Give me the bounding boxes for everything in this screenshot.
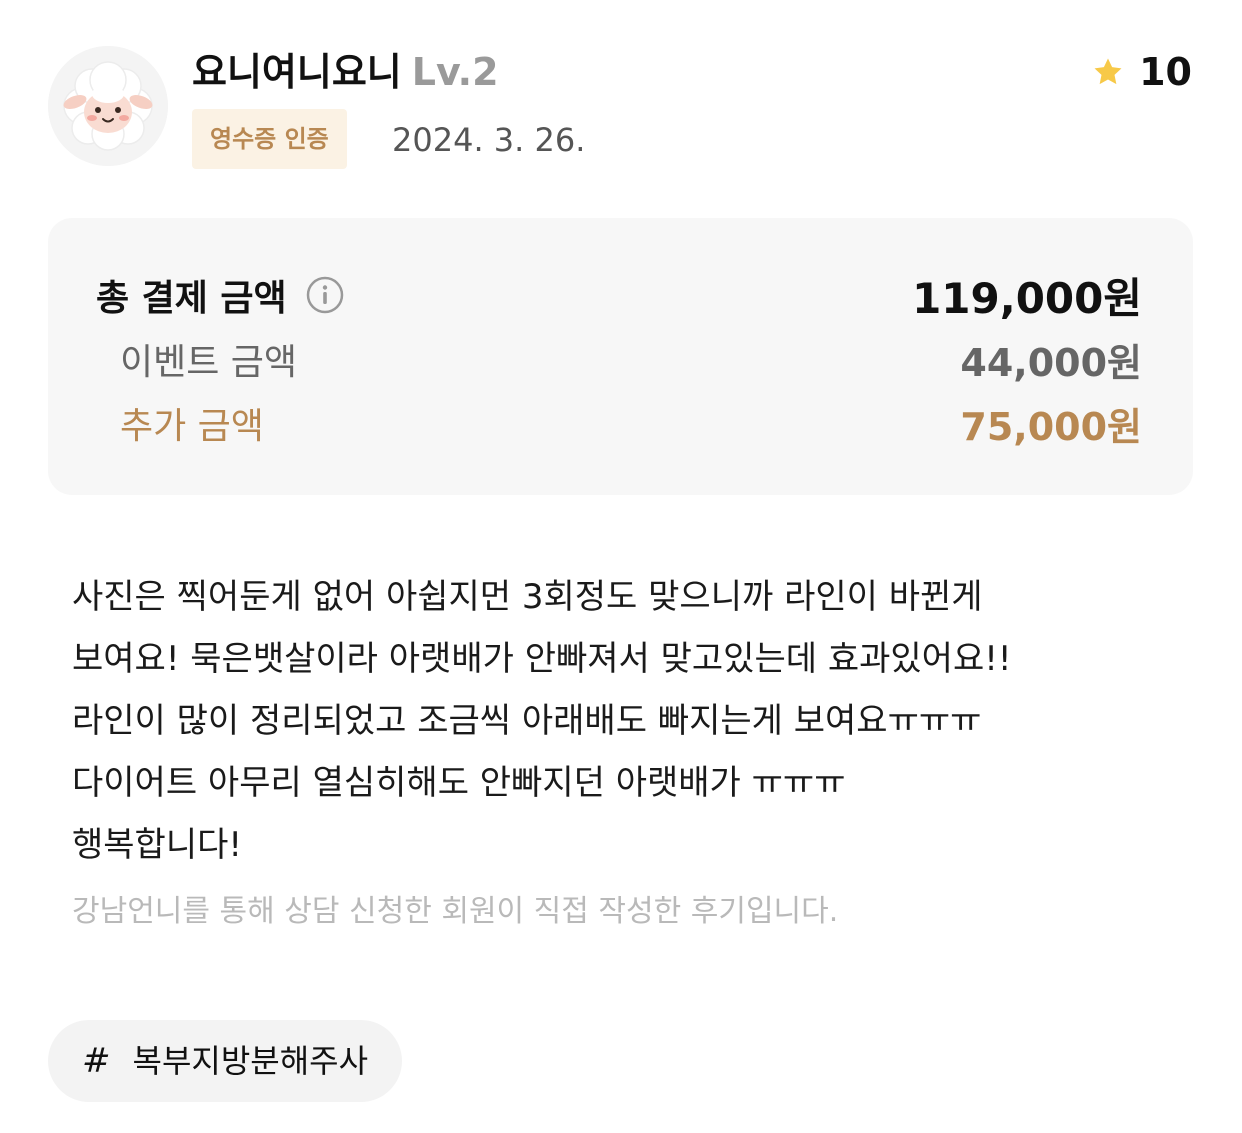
hash-icon: # [82,1041,111,1081]
total-price-value: 119,000원 [912,273,1142,323]
review-line: 사진은 찍어둔게 없어 아쉽지먼 3회정도 맞으니까 라인이 바뀐게 [72,577,983,617]
review-line: 행복합니다! [72,825,243,865]
extra-price-row: 추가 금액 75,000원 [0,398,1242,449]
user-name[interactable]: 요니여니요니 Lv.2 [192,48,499,96]
extra-price-value: 75,000원 [960,404,1142,449]
event-price-row: 이벤트 금액 44,000원 [0,334,1242,385]
event-price-label: 이벤트 금액 [120,342,298,383]
total-price-label: 총 결제 금액 [96,278,287,319]
review-line: 보여요! 묵은뱃살이라 아랫배가 안빠져서 맞고있는데 효과있어요!! [72,639,1012,679]
receipt-verified-badge: 영수증 인증 [192,109,347,169]
user-name-text: 요니여니요니 [192,50,402,94]
review-date: 2024. 3. 26. [392,121,586,159]
review-line: 라인이 많이 정리되었고 조금씩 아래배도 빠지는게 보여요ㅠㅠㅠ [72,701,982,741]
rating: 10 [1091,50,1192,94]
extra-price-label: 추가 금액 [120,406,264,447]
star-icon [1094,58,1122,85]
rating-value: 10 [1139,50,1192,94]
review-line: 다이어트 아무리 열심히해도 안빠지던 아랫배가 ㅠㅠㅠ [72,763,846,803]
review-disclaimer: 강남언니를 통해 상담 신청한 회원이 직접 작성한 후기입니다. [72,894,839,929]
user-level: Lv.2 [411,50,499,94]
event-price-value: 44,000원 [960,340,1142,385]
sheep-avatar-icon[interactable] [48,46,168,166]
hashtag-chip[interactable]: # 복부지방분해주사 [48,1020,403,1102]
total-price-row: 총 결제 금액 119,000원 [0,269,1242,323]
total-price-label-wrap: 총 결제 금액 [96,269,345,321]
review-text: 사진은 찍어둔게 없어 아쉽지먼 3회정도 맞으니까 라인이 바뀐게 보여요! … [72,566,1182,876]
info-icon[interactable] [305,275,345,315]
hashtag-label: 복부지방분해주사 [132,1042,369,1080]
